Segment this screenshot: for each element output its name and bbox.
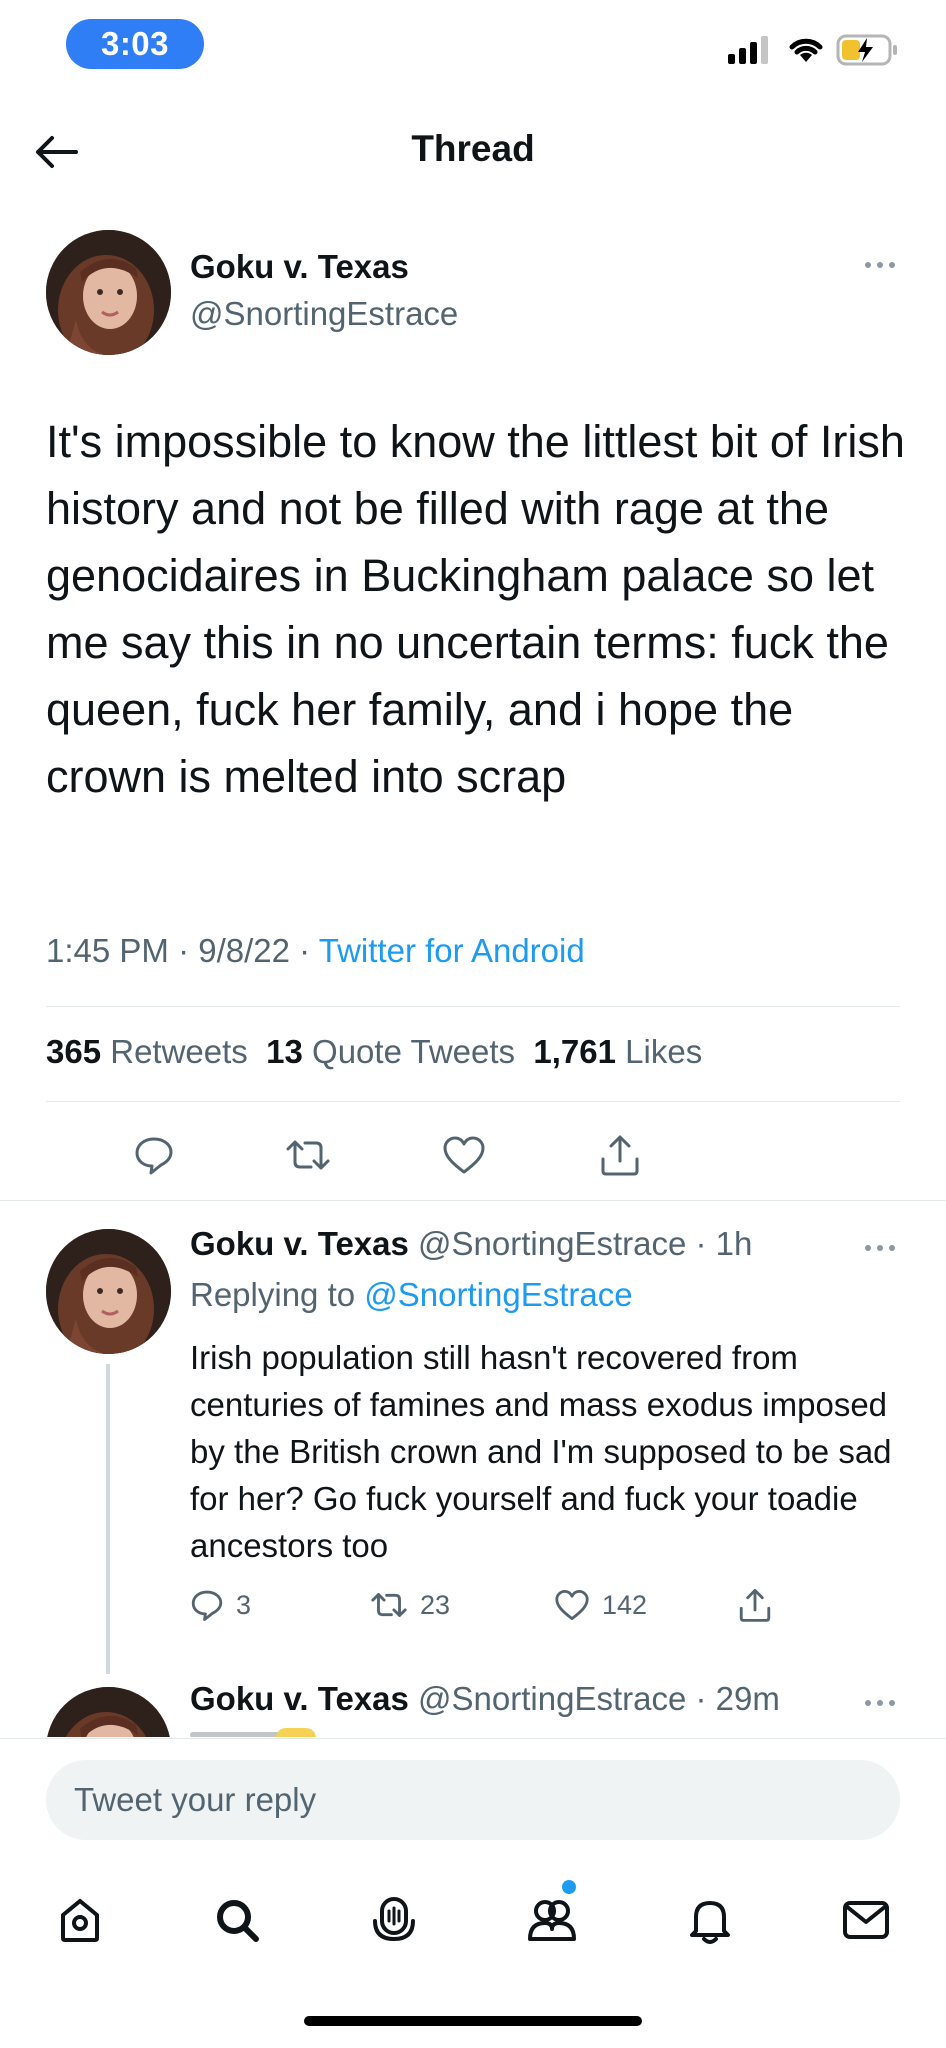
- reply-text: Irish population still hasn't recovered …: [190, 1339, 892, 1564]
- messages-envelope-icon[interactable]: [836, 1890, 896, 1950]
- avatar[interactable]: [46, 1229, 171, 1354]
- like-heart-icon[interactable]: [434, 1125, 494, 1185]
- reply-display-name[interactable]: Goku v. Texas: [190, 1680, 409, 1717]
- like-button[interactable]: 142: [554, 1580, 647, 1630]
- battery-charging-icon: [836, 34, 898, 66]
- reply-header: Goku v. Texas @SnortingEstrace · 1h: [190, 1225, 752, 1263]
- avatar[interactable]: [46, 230, 171, 355]
- page-title: Thread: [411, 128, 535, 169]
- reply-button[interactable]: 3: [190, 1580, 251, 1630]
- more-options-icon[interactable]: [862, 1238, 898, 1258]
- replying-to-label: Replying to: [190, 1276, 356, 1313]
- reply-age: · 1h: [695, 1225, 753, 1262]
- tweet-meta: 1:45 PM · 9/8/22 · Twitter for Android: [46, 932, 585, 970]
- communities-icon[interactable]: [522, 1890, 582, 1950]
- more-options-icon[interactable]: [862, 1693, 898, 1713]
- tweet-text: It's impossible to know the littlest bit…: [46, 416, 905, 802]
- retweets-stat[interactable]: 365 Retweets: [46, 1033, 248, 1070]
- divider: [46, 1101, 900, 1102]
- reply-display-name[interactable]: Goku v. Texas: [190, 1225, 409, 1262]
- author-handle[interactable]: @SnortingEstrace: [190, 295, 458, 333]
- like-count: 142: [602, 1589, 648, 1620]
- reply-placeholder: Tweet your reply: [74, 1781, 317, 1818]
- reply-count: 3: [236, 1589, 252, 1620]
- replying-to: Replying to @SnortingEstrace: [190, 1276, 633, 1314]
- notification-dot: [562, 1880, 576, 1894]
- retweets-label: Retweets: [110, 1033, 248, 1070]
- tweet-date: 9/8/22: [198, 932, 290, 969]
- home-indicator: [304, 2016, 642, 2026]
- home-icon[interactable]: [50, 1890, 110, 1950]
- spaces-icon[interactable]: [364, 1890, 424, 1950]
- reply-icon[interactable]: [124, 1125, 184, 1185]
- reply-action-bar: 3 23 142: [190, 1580, 810, 1630]
- search-icon[interactable]: [207, 1890, 267, 1950]
- likes-label: Likes: [625, 1033, 703, 1070]
- meta-separator: ·: [178, 932, 190, 969]
- tweet-action-bar: [46, 1125, 900, 1185]
- retweet-icon[interactable]: [278, 1125, 338, 1185]
- reply-composer-input[interactable]: Tweet your reply: [46, 1760, 900, 1840]
- divider: [46, 1006, 900, 1007]
- cellular-signal-icon: [728, 36, 770, 64]
- author-display-name[interactable]: Goku v. Texas: [190, 248, 409, 286]
- quotes-stat[interactable]: 13 Quote Tweets: [266, 1033, 515, 1070]
- reply-handle[interactable]: @SnortingEstrace: [418, 1680, 686, 1717]
- tweet-time: 1:45 PM: [46, 932, 169, 969]
- reply-header: Goku v. Texas @SnortingEstrace · 29m: [190, 1680, 780, 1718]
- share-icon[interactable]: [738, 1580, 772, 1630]
- bottom-navigation: [0, 1880, 946, 1960]
- reply-handle[interactable]: @SnortingEstrace: [418, 1225, 686, 1262]
- retweets-count: 365: [46, 1033, 102, 1070]
- replying-to-handle-link[interactable]: @SnortingEstrace: [364, 1276, 632, 1313]
- divider: [0, 1738, 946, 1739]
- notifications-bell-icon[interactable]: [680, 1890, 740, 1950]
- likes-count: 1,761: [533, 1033, 616, 1070]
- status-time: 3:03: [66, 19, 204, 69]
- meta-separator: ·: [299, 932, 311, 969]
- retweet-button[interactable]: 23: [370, 1580, 450, 1630]
- more-options-icon[interactable]: [862, 255, 898, 275]
- reply-age: · 29m: [695, 1680, 780, 1717]
- divider: [0, 1200, 946, 1201]
- share-icon[interactable]: [590, 1125, 650, 1185]
- retweet-count: 23: [420, 1589, 451, 1620]
- wifi-icon: [786, 34, 826, 64]
- tweet-stats: 365 Retweets 13 Quote Tweets 1,761 Likes: [46, 1033, 702, 1071]
- thread-connector-line: [106, 1364, 110, 1674]
- likes-stat[interactable]: 1,761 Likes: [533, 1033, 702, 1070]
- tweet-source-link[interactable]: Twitter for Android: [319, 932, 585, 969]
- quotes-label: Quote Tweets: [312, 1033, 516, 1070]
- quotes-count: 13: [266, 1033, 303, 1070]
